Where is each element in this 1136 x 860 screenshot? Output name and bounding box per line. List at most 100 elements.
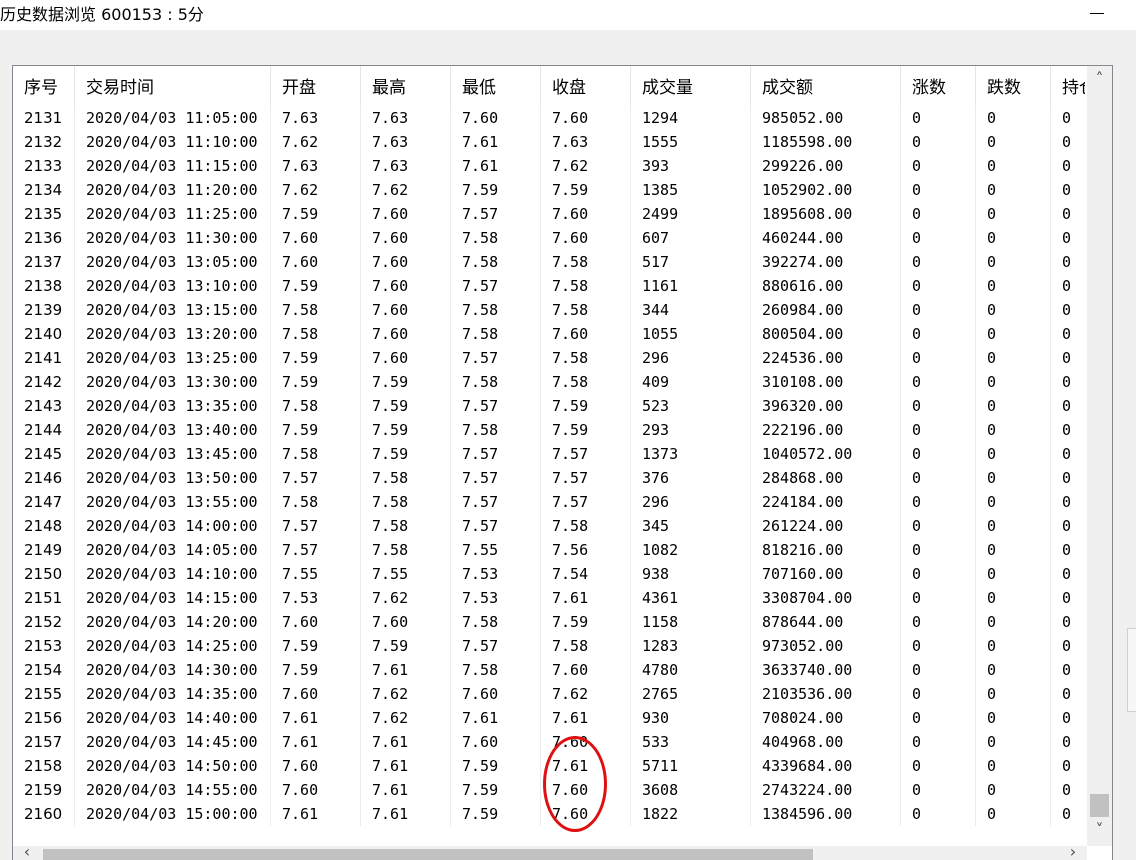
table-row[interactable]: 2146 2020/04/03 13:50:00 7.57 7.58 7.57 7.57 3… bbox=[13, 466, 1091, 490]
table-row[interactable]: 2134 2020/04/03 11:20:00 7.62 7.62 7.59 7.59 1… bbox=[13, 178, 1091, 202]
table-row[interactable]: 2149 2020/04/03 14:05:00 7.57 7.58 7.55 7.56 1… bbox=[13, 538, 1091, 562]
cell-close: 7.63 bbox=[541, 130, 631, 154]
cell-oi: 0 bbox=[1051, 802, 1091, 826]
cell-up: 0 bbox=[901, 682, 976, 706]
cell-volume: 2765 bbox=[631, 682, 751, 706]
cell-down: 0 bbox=[976, 754, 1051, 778]
cell-up: 0 bbox=[901, 658, 976, 682]
vertical-scroll-thumb[interactable] bbox=[1090, 794, 1109, 817]
table-row[interactable]: 2151 2020/04/03 14:15:00 7.53 7.62 7.53 7.61 4… bbox=[13, 586, 1091, 610]
cell-seq: 2152 bbox=[13, 610, 75, 634]
table-row[interactable]: 2150 2020/04/03 14:10:00 7.55 7.55 7.53 7.54 9… bbox=[13, 562, 1091, 586]
cell-low: 7.57 bbox=[451, 202, 541, 226]
scroll-right-icon[interactable]: › bbox=[1063, 842, 1083, 860]
column-header-amount[interactable]: 成交额 bbox=[751, 66, 901, 106]
column-header-high[interactable]: 最高 bbox=[361, 66, 451, 106]
table-row[interactable]: 2132 2020/04/03 11:10:00 7.62 7.63 7.61 7.63 1… bbox=[13, 130, 1091, 154]
cell-low: 7.53 bbox=[451, 586, 541, 610]
cell-up: 0 bbox=[901, 754, 976, 778]
table-row[interactable]: 2133 2020/04/03 11:15:00 7.63 7.63 7.61 7.62 3… bbox=[13, 154, 1091, 178]
cell-seq: 2131 bbox=[13, 106, 75, 130]
cell-volume: 2499 bbox=[631, 202, 751, 226]
cell-high: 7.62 bbox=[361, 178, 451, 202]
table-header: 序号交易时间开盘最高最低收盘成交量成交额涨数跌数持仓 bbox=[13, 66, 1085, 106]
table-row[interactable]: 2156 2020/04/03 14:40:00 7.61 7.62 7.61 7.61 9… bbox=[13, 706, 1091, 730]
cell-up: 0 bbox=[901, 226, 976, 250]
scroll-up-icon[interactable]: ˄ bbox=[1087, 68, 1112, 90]
table-row[interactable]: 2157 2020/04/03 14:45:00 7.61 7.61 7.60 7.60 5… bbox=[13, 730, 1091, 754]
column-header-low[interactable]: 最低 bbox=[451, 66, 541, 106]
cell-high: 7.59 bbox=[361, 370, 451, 394]
cell-open: 7.57 bbox=[271, 514, 361, 538]
table-row[interactable]: 2141 2020/04/03 13:25:00 7.59 7.60 7.57 7.58 2… bbox=[13, 346, 1091, 370]
cell-volume: 1385 bbox=[631, 178, 751, 202]
cell-seq: 2138 bbox=[13, 274, 75, 298]
horizontal-scroll-thumb[interactable] bbox=[43, 849, 813, 860]
cell-close: 7.58 bbox=[541, 298, 631, 322]
column-header-close[interactable]: 收盘 bbox=[541, 66, 631, 106]
table-row[interactable]: 2143 2020/04/03 13:35:00 7.58 7.59 7.57 7.59 5… bbox=[13, 394, 1091, 418]
scroll-left-icon[interactable]: ‹ bbox=[17, 842, 37, 860]
table-row[interactable]: 2139 2020/04/03 13:15:00 7.58 7.60 7.58 7.58 3… bbox=[13, 298, 1091, 322]
table-row[interactable]: 2137 2020/04/03 13:05:00 7.60 7.60 7.58 7.58 5… bbox=[13, 250, 1091, 274]
cell-open: 7.58 bbox=[271, 394, 361, 418]
cell-open: 7.58 bbox=[271, 322, 361, 346]
cell-oi: 0 bbox=[1051, 706, 1091, 730]
cell-high: 7.60 bbox=[361, 250, 451, 274]
column-header-open[interactable]: 开盘 bbox=[271, 66, 361, 106]
cell-open: 7.59 bbox=[271, 346, 361, 370]
cell-up: 0 bbox=[901, 298, 976, 322]
cell-down: 0 bbox=[976, 634, 1051, 658]
column-header-oi[interactable]: 持仓 bbox=[1051, 66, 1085, 106]
table-row[interactable]: 2136 2020/04/03 11:30:00 7.60 7.60 7.58 7.60 6… bbox=[13, 226, 1091, 250]
cell-low: 7.61 bbox=[451, 706, 541, 730]
cell-up: 0 bbox=[901, 274, 976, 298]
table-row[interactable]: 2145 2020/04/03 13:45:00 7.58 7.59 7.57 7.57 1… bbox=[13, 442, 1091, 466]
cell-low: 7.57 bbox=[451, 634, 541, 658]
column-header-volume[interactable]: 成交量 bbox=[631, 66, 751, 106]
cell-volume: 1283 bbox=[631, 634, 751, 658]
cell-time: 2020/04/03 14:00:00 bbox=[75, 514, 271, 538]
cell-down: 0 bbox=[976, 370, 1051, 394]
cell-seq: 2136 bbox=[13, 226, 75, 250]
column-header-down[interactable]: 跌数 bbox=[976, 66, 1051, 106]
column-header-up[interactable]: 涨数 bbox=[901, 66, 976, 106]
table-row[interactable]: 2131 2020/04/03 11:05:00 7.63 7.63 7.60 7.60 1… bbox=[13, 106, 1091, 130]
cell-oi: 0 bbox=[1051, 442, 1091, 466]
cell-low: 7.58 bbox=[451, 226, 541, 250]
table-row[interactable]: 2147 2020/04/03 13:55:00 7.58 7.58 7.57 7.57 2… bbox=[13, 490, 1091, 514]
cell-high: 7.63 bbox=[361, 106, 451, 130]
cell-time: 2020/04/03 11:20:00 bbox=[75, 178, 271, 202]
column-header-time[interactable]: 交易时间 bbox=[75, 66, 271, 106]
table-row[interactable]: 2148 2020/04/03 14:00:00 7.57 7.58 7.57 7.58 3… bbox=[13, 514, 1091, 538]
horizontal-scrollbar[interactable]: ‹ › bbox=[13, 842, 1087, 860]
scroll-down-icon[interactable]: ˅ bbox=[1087, 819, 1112, 841]
cell-amount: 261224.00 bbox=[751, 514, 901, 538]
table-row[interactable]: 2140 2020/04/03 13:20:00 7.58 7.60 7.58 7.60 1… bbox=[13, 322, 1091, 346]
cell-time: 2020/04/03 13:15:00 bbox=[75, 298, 271, 322]
vertical-scrollbar[interactable]: ˄ ˅ bbox=[1087, 66, 1112, 846]
minimize-button[interactable] bbox=[1076, 0, 1122, 28]
table-row[interactable]: 2154 2020/04/03 14:30:00 7.59 7.61 7.58 7.60 4… bbox=[13, 658, 1091, 682]
table-row[interactable]: 2138 2020/04/03 13:10:00 7.59 7.60 7.57 7.58 1… bbox=[13, 274, 1091, 298]
cell-high: 7.60 bbox=[361, 322, 451, 346]
table-row[interactable]: 2144 2020/04/03 13:40:00 7.59 7.59 7.58 7.59 2… bbox=[13, 418, 1091, 442]
table-row[interactable]: 2152 2020/04/03 14:20:00 7.60 7.60 7.58 7.59 1… bbox=[13, 610, 1091, 634]
cell-volume: 1082 bbox=[631, 538, 751, 562]
table-row[interactable]: 2142 2020/04/03 13:30:00 7.59 7.59 7.58 7.58 4… bbox=[13, 370, 1091, 394]
cell-time: 2020/04/03 15:00:00 bbox=[75, 802, 271, 826]
cell-open: 7.58 bbox=[271, 298, 361, 322]
column-header-seq[interactable]: 序号 bbox=[13, 66, 75, 106]
cell-volume: 1161 bbox=[631, 274, 751, 298]
cell-open: 7.63 bbox=[271, 106, 361, 130]
cell-low: 7.57 bbox=[451, 346, 541, 370]
cell-high: 7.63 bbox=[361, 154, 451, 178]
cell-close: 7.58 bbox=[541, 274, 631, 298]
cell-amount: 3633740.00 bbox=[751, 658, 901, 682]
cell-high: 7.59 bbox=[361, 634, 451, 658]
cell-seq: 2137 bbox=[13, 250, 75, 274]
table-row[interactable]: 2155 2020/04/03 14:35:00 7.60 7.62 7.60 7.62 2… bbox=[13, 682, 1091, 706]
table-row[interactable]: 2135 2020/04/03 11:25:00 7.59 7.60 7.57 7.60 2… bbox=[13, 202, 1091, 226]
table-row[interactable]: 2153 2020/04/03 14:25:00 7.59 7.59 7.57 7.58 1… bbox=[13, 634, 1091, 658]
cell-oi: 0 bbox=[1051, 754, 1091, 778]
